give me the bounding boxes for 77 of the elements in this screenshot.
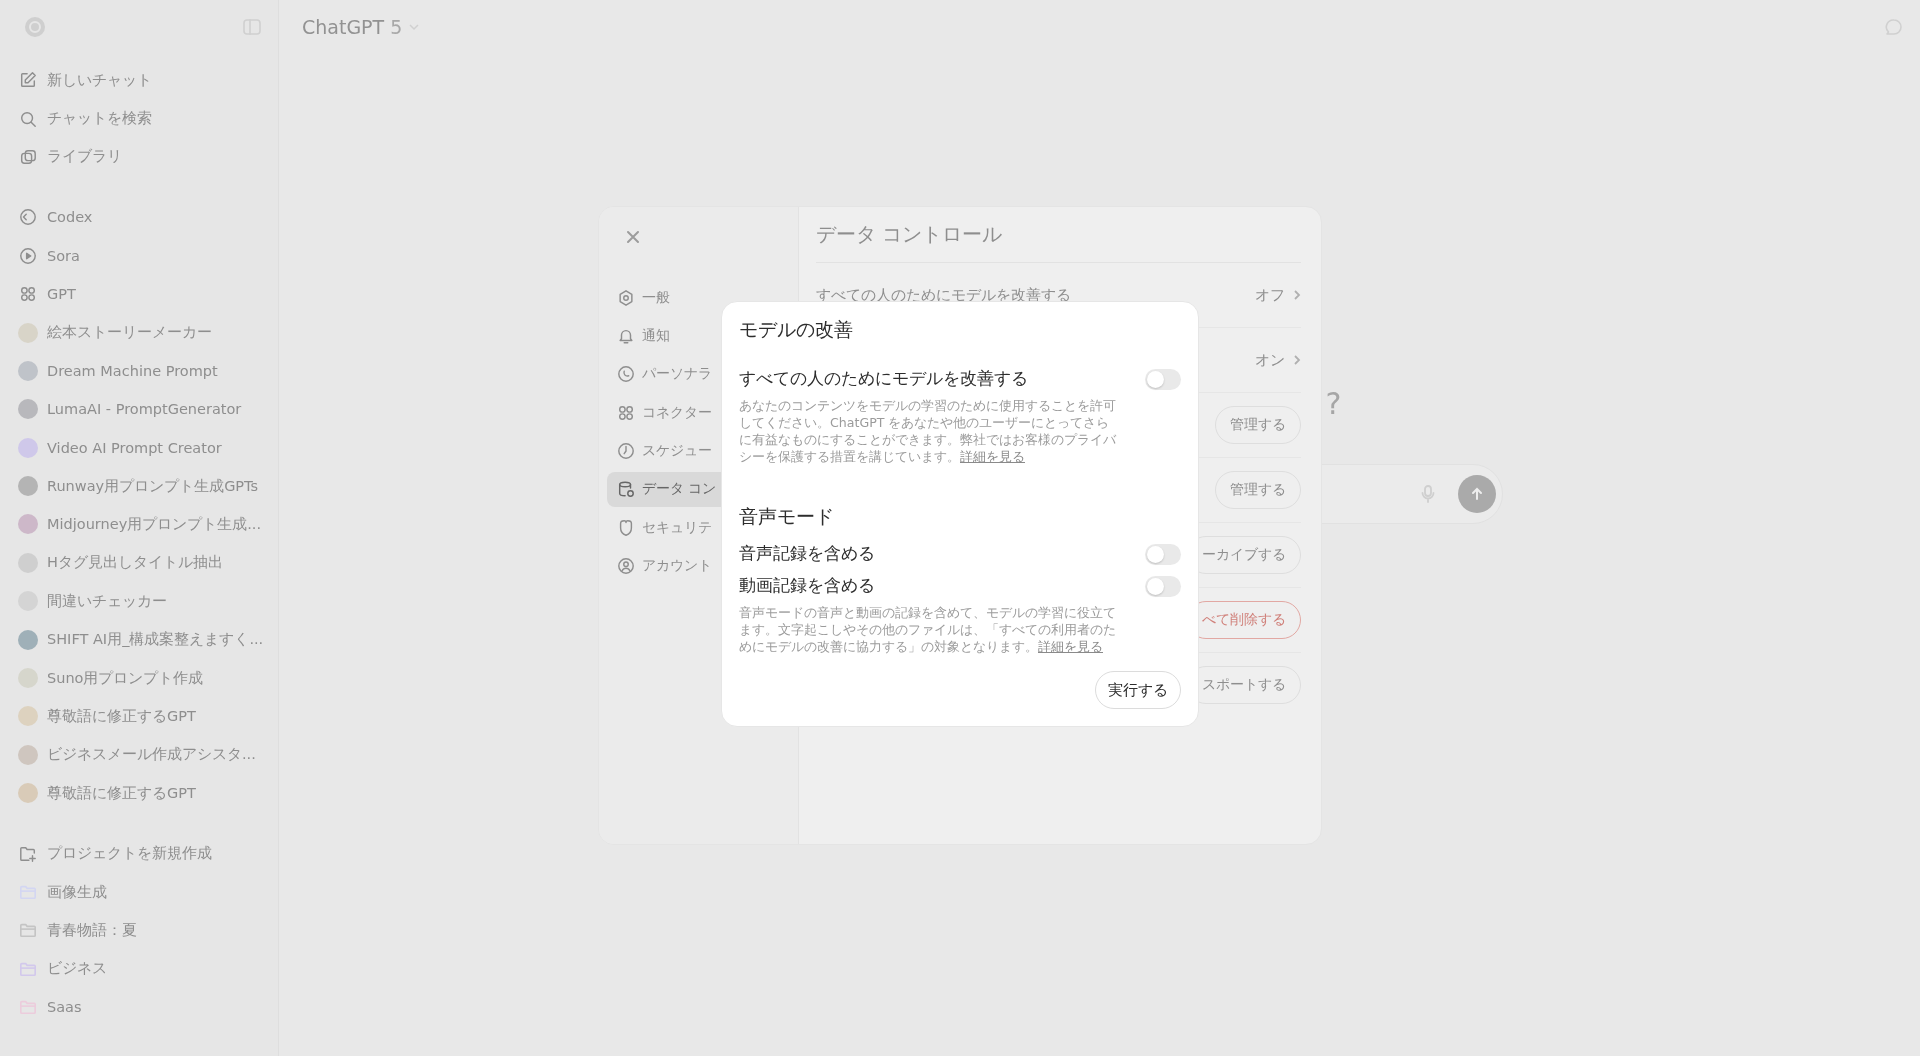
sidebar-item[interactable]: 尊敬語に修正するGPT — [8, 697, 270, 736]
chevron-down-icon — [408, 21, 421, 33]
toggle-label: 動画記録を含める — [739, 575, 875, 597]
folder-plus-icon — [19, 844, 37, 863]
send-button[interactable] — [1457, 475, 1496, 513]
sidebar-item[interactable]: ビジネスメール作成アシスタ... — [8, 735, 270, 775]
sidebar-item[interactable]: Saas — [8, 988, 270, 1027]
pencil-square-icon — [19, 71, 37, 90]
grid-icon — [617, 403, 635, 422]
description-text: 音声モードの音声と動画の記録を含めて、モデルの学習に役立てます。文字起こしやその他のファイルは、「すべての利用者のためにモデルの改善に協力する」の対象となります。詳細を見る — [739, 604, 1117, 655]
circle-icon — [617, 365, 635, 384]
database-icon — [617, 480, 635, 499]
settings-title: データ コントロール — [816, 207, 1301, 263]
shield-icon — [617, 518, 635, 537]
sidebar-item[interactable]: Suno用プロンプト作成 — [8, 658, 270, 698]
sidebar-item[interactable]: Video AI Prompt Creator — [8, 428, 270, 467]
sidebar-item[interactable]: SHIFT AI用_構成案整えますく... — [8, 620, 270, 659]
toggle-label: すべての人のためにモデルを改善する — [739, 368, 1028, 390]
apply-button[interactable]: 実行する — [1095, 671, 1181, 709]
sidebar-item[interactable]: Sora — [8, 236, 270, 275]
dialog-title: モデルの改善 — [739, 317, 854, 342]
gear-icon — [617, 288, 635, 307]
setting-value[interactable]: オフ — [1255, 285, 1301, 305]
microphone-icon[interactable] — [1419, 484, 1436, 504]
sidebar-item[interactable]: 間違いチェッカー — [8, 582, 270, 621]
sidebar-item[interactable]: 青春物語：夏 — [8, 911, 270, 950]
section-heading: 音声モード — [739, 504, 835, 529]
settings-tab[interactable]: 一般 — [607, 280, 790, 315]
sidebar-item[interactable]: 尊敬語に修正するGPT — [8, 774, 270, 813]
avatar-icon — [18, 476, 38, 497]
sidebar-item[interactable]: 新しいチャット — [8, 61, 270, 100]
chat-bubble-icon[interactable] — [1884, 17, 1904, 37]
toggle-switch[interactable] — [1145, 543, 1181, 565]
avatar-icon — [18, 744, 38, 765]
sidebar-item[interactable]: 絵本ストーリーメーカー — [8, 313, 270, 352]
chevron-right-icon — [1293, 354, 1301, 366]
grid-icon — [19, 285, 37, 304]
sidebar-item[interactable]: Midjourney用プロンプト生成... — [8, 505, 270, 544]
avatar-icon — [18, 706, 38, 727]
clock-icon — [617, 442, 635, 461]
sidebar-item[interactable]: Dream Machine Prompt — [8, 351, 270, 391]
toggle-switch[interactable] — [1145, 368, 1181, 390]
action-button[interactable]: 管理する — [1215, 471, 1301, 509]
person-circle-icon — [617, 557, 635, 576]
sidebar-item[interactable]: チャットを検索 — [8, 99, 270, 138]
setting-value[interactable]: オン — [1255, 350, 1301, 370]
sidebar-item[interactable]: GPT — [8, 274, 270, 314]
avatar-icon — [18, 783, 38, 804]
play-circle-icon — [19, 246, 37, 265]
chevron-right-icon — [1293, 289, 1301, 301]
avatar-icon — [18, 629, 38, 650]
avatar-icon — [18, 399, 38, 420]
learn-more-link[interactable]: 詳細を見る — [960, 449, 1025, 464]
avatar-icon — [18, 514, 38, 535]
sidebar-item[interactable]: ビジネス — [8, 949, 270, 988]
avatar-icon — [18, 322, 38, 343]
description-text: あなたのコンテンツをモデルの学習のために使用することを許可してください。ChatGPT をあなたや他のユーザーにとってさらに有益なものにすることができます。弊社ではお客様のプライバシーを保護する措置を講じています。詳細を見る — [739, 397, 1117, 465]
sidebar-item[interactable]: Runway用プロンプト生成GPTs — [8, 466, 270, 506]
model-selector[interactable]: ChatGPT 5 — [296, 12, 427, 42]
stacked-images-icon — [19, 147, 37, 166]
sidebar-item[interactable]: プロジェクトを新規作成 — [8, 834, 270, 873]
avatar-icon — [18, 668, 38, 689]
sidebar-item[interactable]: 画像生成 — [8, 872, 270, 912]
learn-more-link[interactable]: 詳細を見る — [1038, 639, 1103, 654]
code-circle-icon — [19, 208, 37, 227]
avatar-icon — [18, 360, 38, 381]
action-button[interactable]: 管理する — [1215, 406, 1301, 444]
close-icon — [625, 229, 641, 245]
greeting-text: ? — [1325, 385, 1342, 423]
sidebar-item[interactable]: LumaAI - PromptGenerator — [8, 390, 270, 429]
toggle-label: 音声記録を含める — [739, 543, 875, 565]
search-icon — [19, 109, 37, 128]
sidebar-item[interactable]: Hタグ見出しタイトル抽出 — [8, 543, 270, 583]
toggle-switch[interactable] — [1145, 575, 1181, 597]
avatar-icon — [18, 437, 38, 458]
sidebar-item[interactable]: Codex — [8, 198, 270, 237]
sidebar-item[interactable]: ライブラリ — [8, 137, 270, 177]
